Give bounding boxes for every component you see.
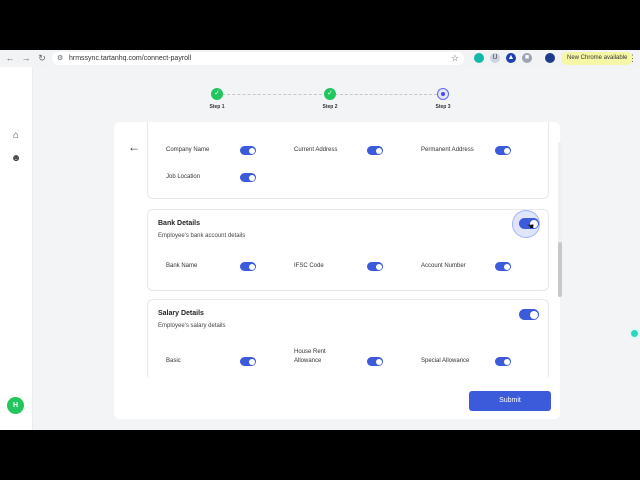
- scrollbar[interactable]: [558, 142, 562, 297]
- step-3-current-icon: [437, 88, 449, 100]
- submit-button[interactable]: Submit: [469, 391, 551, 411]
- field-label: Current Address: [294, 147, 338, 153]
- connect-payroll-card: ← Company Name Current Address Permanent…: [114, 122, 562, 419]
- section-subtitle: Employee's salary details: [158, 323, 226, 329]
- ifsc-code-toggle[interactable]: [367, 262, 383, 271]
- extension-teal-icon[interactable]: [474, 53, 484, 63]
- step-connector: [222, 94, 322, 95]
- step-label: Step 1: [209, 104, 225, 110]
- field-label: Special Allowance: [421, 358, 470, 364]
- extension-arrow-icon[interactable]: ▲: [506, 53, 516, 63]
- field-label: Company Name: [166, 147, 210, 153]
- bank-name-toggle[interactable]: [240, 262, 256, 271]
- field-label: Basic: [166, 358, 181, 364]
- url-text: hrmssync.tartanhq.com/connect-payroll: [69, 55, 192, 62]
- step-1-check-icon: ✓: [211, 88, 223, 100]
- new-chrome-available-button[interactable]: New Chrome available: [561, 52, 634, 65]
- field-label: IFSC Code: [294, 263, 324, 269]
- house-rent-allowance-toggle[interactable]: [367, 357, 383, 366]
- extension-u-icon[interactable]: U: [490, 53, 500, 63]
- back-icon[interactable]: ←: [4, 52, 16, 64]
- browser-toolbar: ← → ↻ ⚙ hrmssync.tartanhq.com/connect-pa…: [0, 50, 640, 67]
- stepper: ✓ ✓ Step 1 Step 2 Step 3: [0, 67, 640, 117]
- star-icon[interactable]: ☆: [451, 52, 459, 65]
- bank-details-section: Bank Details Employee's bank account det…: [147, 209, 549, 291]
- salary-details-section: Salary Details Employee's salary details…: [147, 299, 549, 377]
- step-2-check-icon: ✓: [324, 88, 336, 100]
- field-label: Permanent Address: [421, 147, 474, 153]
- app: ⌂ ☻ H ✓ ✓ Step 1 Step 2 Step 3 ← Company…: [0, 67, 640, 430]
- section-subtitle: Employee's bank account details: [158, 233, 246, 239]
- users-icon[interactable]: ☻: [9, 152, 23, 166]
- kebab-menu-icon[interactable]: ⋮: [628, 52, 637, 65]
- step-connector: [335, 94, 437, 95]
- field-label: Allowance: [294, 358, 322, 364]
- section-title: Salary Details: [158, 310, 204, 317]
- field-sections-scroll-area[interactable]: Company Name Current Address Permanent A…: [147, 122, 549, 377]
- step-label: Step 2: [322, 104, 338, 110]
- section-title: Bank Details: [158, 220, 201, 227]
- job-location-toggle[interactable]: [240, 173, 256, 182]
- extensions-puzzle-icon[interactable]: ■: [522, 53, 532, 63]
- permanent-address-toggle[interactable]: [495, 146, 511, 155]
- forward-icon[interactable]: →: [20, 52, 32, 64]
- site-info-icon[interactable]: ⚙: [57, 54, 65, 63]
- floating-help-widget-icon[interactable]: [629, 328, 640, 339]
- personal-details-section: Company Name Current Address Permanent A…: [147, 122, 549, 199]
- screen: ← → ↻ ⚙ hrmssync.tartanhq.com/connect-pa…: [0, 0, 640, 480]
- avatar[interactable]: H: [7, 397, 24, 414]
- company-name-toggle[interactable]: [240, 146, 256, 155]
- step-label: Step 3: [435, 104, 451, 110]
- cursor-icon: ☚: [527, 222, 535, 231]
- current-address-toggle[interactable]: [367, 146, 383, 155]
- field-label: Job Location: [166, 174, 201, 180]
- back-arrow-icon[interactable]: ←: [128, 140, 140, 154]
- profile-icon[interactable]: [545, 53, 555, 63]
- account-number-toggle[interactable]: [495, 262, 511, 271]
- field-label: House Rent: [294, 349, 326, 355]
- sidebar: ⌂ ☻ H: [0, 67, 33, 430]
- address-bar[interactable]: ⚙ hrmssync.tartanhq.com/connect-payroll …: [52, 52, 464, 65]
- special-allowance-toggle[interactable]: [495, 357, 511, 366]
- salary-details-toggle[interactable]: [519, 309, 539, 320]
- field-label: Bank Name: [166, 263, 198, 269]
- reload-icon[interactable]: ↻: [36, 52, 48, 64]
- basic-toggle[interactable]: [240, 357, 256, 366]
- field-label: Account Number: [421, 263, 466, 269]
- home-icon[interactable]: ⌂: [9, 129, 23, 143]
- scrollbar-thumb[interactable]: [558, 242, 562, 297]
